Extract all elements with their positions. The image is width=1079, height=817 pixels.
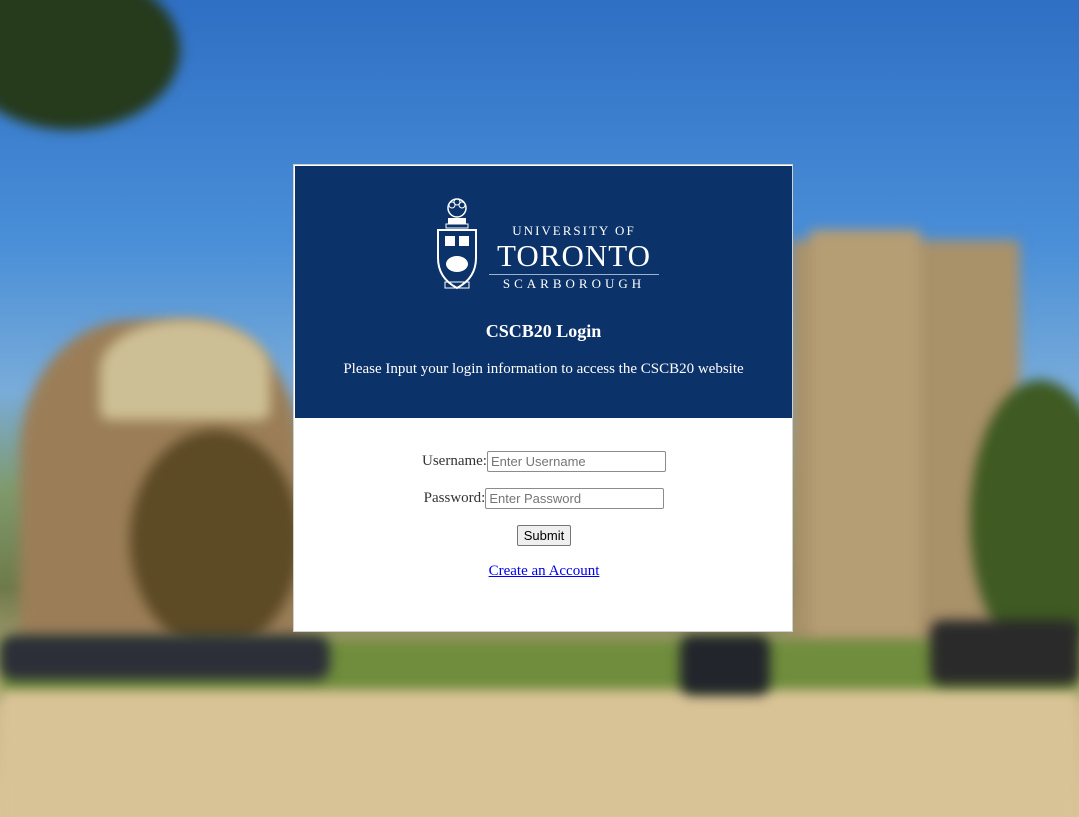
university-logo: UNIVERSITY OF TORONTO SCARBOROUGH (435, 196, 659, 296)
create-account-link[interactable]: Create an Account (489, 563, 600, 579)
background-road (0, 690, 1079, 817)
crest-icon (437, 198, 477, 290)
page-title: CSCB20 Login (485, 321, 602, 341)
create-account-row: Create an Account (294, 563, 794, 580)
submit-button[interactable]: Submit (516, 525, 572, 546)
login-header: UNIVERSITY OF TORONTO SCARBOROUGH CSCB20… (295, 166, 792, 418)
logo-university-of: UNIVERSITY OF (512, 223, 636, 238)
background-dome (100, 320, 270, 420)
background-tower (810, 230, 920, 640)
logo-scarborough: SCARBOROUGH (489, 274, 659, 291)
background-tree (0, 0, 180, 130)
password-label: Password: (423, 490, 486, 506)
password-row: Password: (294, 488, 794, 509)
background-cars (0, 635, 330, 680)
logo-text: UNIVERSITY OF TORONTO SCARBOROUGH (489, 224, 659, 291)
background-car (930, 620, 1079, 685)
username-input[interactable] (486, 451, 666, 472)
login-card: UNIVERSITY OF TORONTO SCARBOROUGH CSCB20… (293, 164, 793, 632)
submit-row: Submit (294, 525, 794, 546)
username-label: Username: (422, 453, 487, 469)
background-car (680, 635, 770, 695)
username-row: Username: (294, 451, 794, 472)
background-tree (130, 430, 300, 650)
page-subtitle: Please Input your login information to a… (343, 361, 744, 377)
logo-toronto: TORONTO (497, 238, 651, 273)
password-input[interactable] (485, 488, 665, 509)
